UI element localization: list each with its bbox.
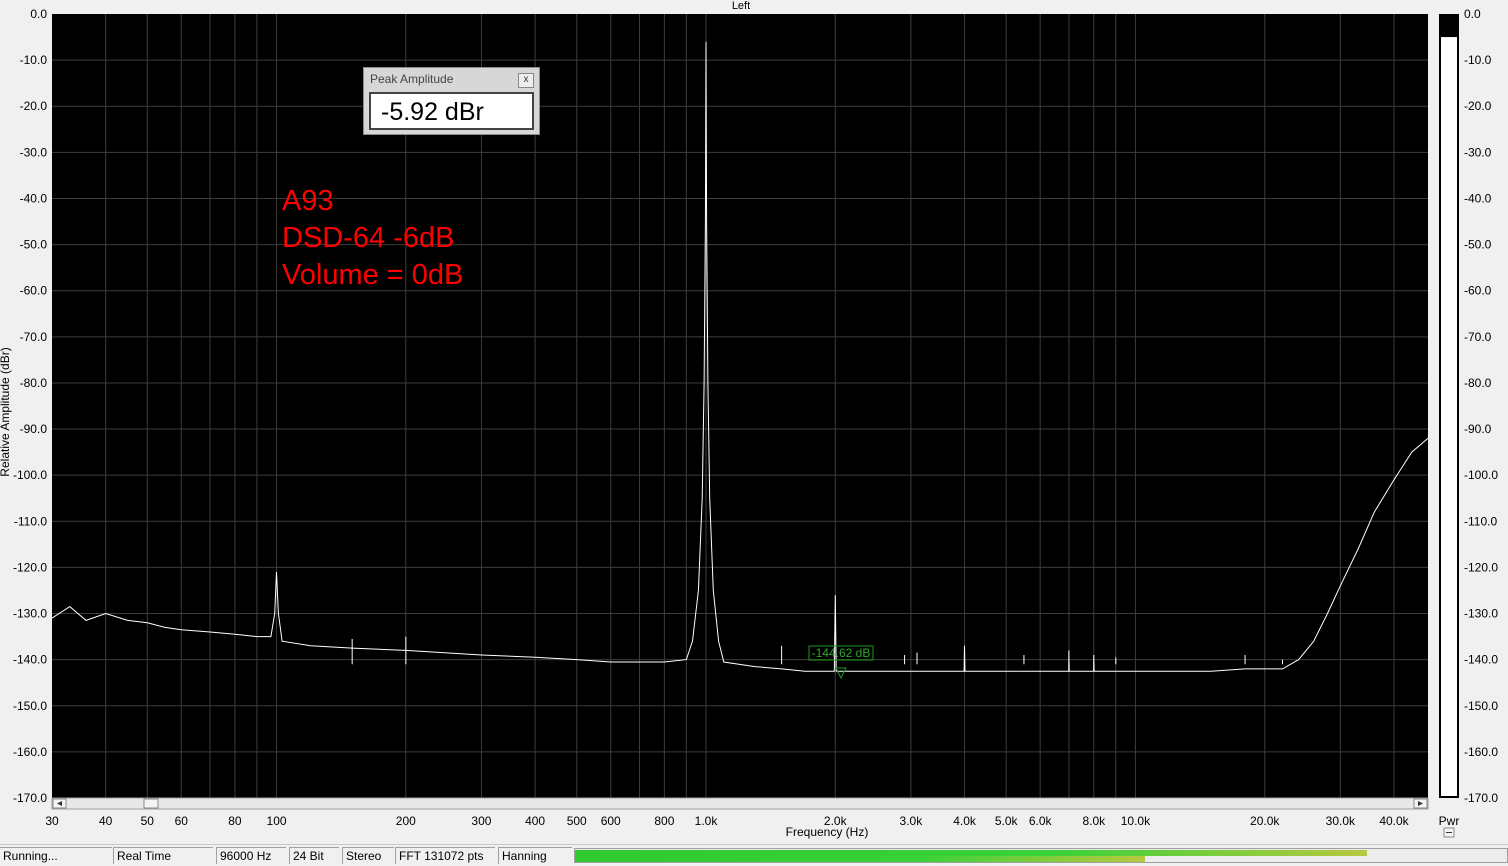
status-mode[interactable]: Real Time bbox=[113, 847, 213, 864]
level-meter-tick-label: 0.0 bbox=[1464, 7, 1481, 21]
level-meter-tick-label: -160.0 bbox=[1464, 745, 1498, 759]
y-tick-label: -60.0 bbox=[20, 284, 48, 298]
x-tick-label: 30.0k bbox=[1326, 814, 1356, 828]
spectrum-chart: Left 0.0 -10.0 -20.0 -30.0 -40.0 -50.0 -60.0 -7… bbox=[0, 0, 1498, 839]
x-tick-label: 20.0k bbox=[1250, 814, 1280, 828]
marker-label: -144.62 dB bbox=[812, 646, 871, 660]
peak-amplitude-window[interactable]: Peak Amplitude x -5.92 dBr bbox=[363, 67, 540, 135]
level-meter-tick-label: -40.0 bbox=[1464, 191, 1492, 205]
x-tick-label: 800 bbox=[654, 814, 674, 828]
x-tick-label: 40.0k bbox=[1379, 814, 1409, 828]
y-tick-label: -100.0 bbox=[13, 468, 47, 482]
peak-amplitude-title: Peak Amplitude bbox=[370, 72, 454, 86]
level-meter-tick-label: -110.0 bbox=[1464, 514, 1497, 528]
status-bar: Running... Real Time 96000 Hz 24 Bit Ste… bbox=[0, 844, 1508, 866]
status-state: Running... bbox=[0, 847, 112, 864]
level-meter-tick-label: -90.0 bbox=[1464, 422, 1492, 436]
x-tick-label: 3.0k bbox=[900, 814, 924, 828]
x-tick-label: 30 bbox=[45, 814, 59, 828]
annotation-line-1: A93 bbox=[282, 185, 334, 217]
x-tick-label: 300 bbox=[471, 814, 491, 828]
x-tick-label: 600 bbox=[601, 814, 621, 828]
x-tick-labels: 30 40 50 60 80 100 200 300 400 500 600 800 1.0k 2.0k 3… bbox=[45, 814, 1409, 828]
y-tick-label: -20.0 bbox=[20, 99, 48, 113]
x-tick-label: 80 bbox=[228, 814, 242, 828]
status-bit-depth[interactable]: 24 Bit bbox=[289, 847, 339, 864]
y-tick-label: 0.0 bbox=[30, 7, 47, 21]
input-level-bar-right bbox=[575, 856, 1146, 862]
y-tick-label: -150.0 bbox=[13, 699, 47, 713]
level-meter-tick-label: -140.0 bbox=[1464, 653, 1498, 667]
x-tick-label: 50 bbox=[141, 814, 155, 828]
scroll-thumb[interactable] bbox=[143, 798, 159, 809]
pwr-label: Pwr bbox=[1439, 814, 1460, 828]
y-tick-labels: 0.0 -10.0 -20.0 -30.0 -40.0 -50.0 -60.0 -70.0 -8… bbox=[13, 7, 47, 805]
y-tick-label: -90.0 bbox=[20, 422, 48, 436]
annotation-line-3: Volume = 0dB bbox=[282, 259, 464, 291]
x-tick-label: 1.0k bbox=[695, 814, 719, 828]
x-tick-label: 60 bbox=[175, 814, 189, 828]
y-tick-label: -50.0 bbox=[20, 238, 48, 252]
x-tick-label: 500 bbox=[567, 814, 587, 828]
x-axis-label: Frequency (Hz) bbox=[786, 825, 869, 839]
y-tick-label: -10.0 bbox=[20, 53, 48, 67]
y-tick-label: -170.0 bbox=[13, 791, 47, 805]
x-tick-label: 6.0k bbox=[1029, 814, 1053, 828]
level-meter-tick-label: -30.0 bbox=[1464, 145, 1492, 159]
status-fft-size[interactable]: FFT 131072 pts bbox=[395, 847, 495, 864]
level-meter-tick-label: -50.0 bbox=[1464, 238, 1492, 252]
level-meter-tick-label: -20.0 bbox=[1464, 99, 1492, 113]
y-tick-label: -130.0 bbox=[13, 607, 47, 621]
status-sample-rate[interactable]: 96000 Hz bbox=[216, 847, 286, 864]
y-tick-label: -40.0 bbox=[20, 191, 48, 205]
x-tick-label: 400 bbox=[525, 814, 545, 828]
level-meter-tick-label: -150.0 bbox=[1464, 699, 1498, 713]
y-tick-label: -120.0 bbox=[13, 560, 47, 574]
level-meter-ticks: 0.0 -10.0 -20.0 -30.0 -40.0 -50.0 -60.0 -70.0 -8… bbox=[1464, 7, 1498, 805]
level-meter-tick-label: -120.0 bbox=[1464, 560, 1498, 574]
x-tick-label: 8.0k bbox=[1082, 814, 1106, 828]
level-meter-tick-label: -70.0 bbox=[1464, 330, 1492, 344]
level-meter-tick-label: -100.0 bbox=[1464, 468, 1498, 482]
x-tick-label: 40 bbox=[99, 814, 113, 828]
y-tick-label: -110.0 bbox=[14, 514, 47, 528]
level-meter-tick-label: -130.0 bbox=[1464, 607, 1498, 621]
level-meter-tick-label: -10.0 bbox=[1464, 53, 1492, 67]
status-window-function[interactable]: Hanning bbox=[498, 847, 572, 864]
status-channels[interactable]: Stereo bbox=[342, 847, 394, 864]
level-meter-tick-label: -80.0 bbox=[1464, 376, 1492, 390]
y-tick-label: -140.0 bbox=[13, 653, 47, 667]
y-tick-label: -70.0 bbox=[20, 330, 48, 344]
plot-area[interactable] bbox=[52, 14, 1428, 798]
level-meter-fill bbox=[1441, 37, 1457, 796]
level-meter-tick-label: -60.0 bbox=[1464, 284, 1492, 298]
x-tick-label: 100 bbox=[267, 814, 287, 828]
y-axis-label: Relative Amplitude (dBr) bbox=[0, 347, 12, 476]
peak-amplitude-value: -5.92 dBr bbox=[369, 92, 534, 130]
h-scrollbar[interactable] bbox=[51, 797, 1429, 810]
level-meter-tick-label: -170.0 bbox=[1464, 791, 1498, 805]
x-tick-label: 200 bbox=[396, 814, 416, 828]
close-icon[interactable]: x bbox=[518, 73, 534, 88]
x-tick-label: 4.0k bbox=[953, 814, 977, 828]
annotation-line-2: DSD-64 -6dB bbox=[282, 222, 455, 254]
y-tick-label: -80.0 bbox=[20, 376, 48, 390]
input-level-meter bbox=[574, 848, 1508, 863]
chart-title: Left bbox=[732, 0, 750, 12]
y-tick-label: -160.0 bbox=[13, 745, 47, 759]
y-tick-label: -30.0 bbox=[20, 145, 48, 159]
x-tick-label: 5.0k bbox=[995, 814, 1019, 828]
x-tick-label: 10.0k bbox=[1121, 814, 1151, 828]
